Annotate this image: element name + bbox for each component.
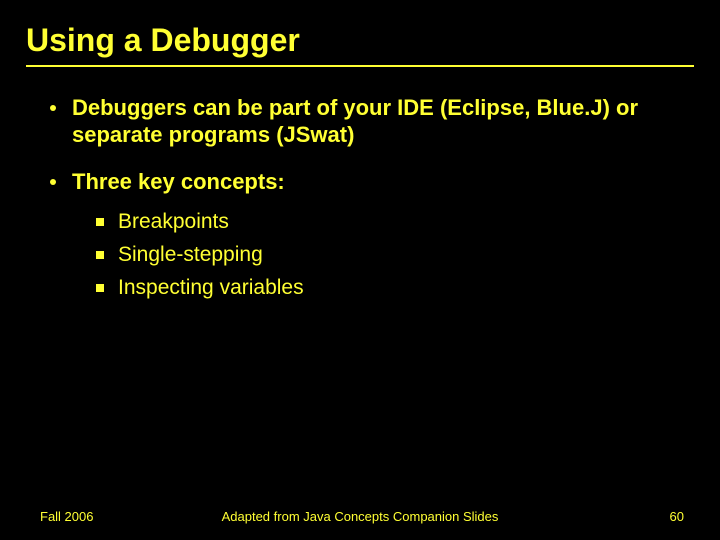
sub-bullet-list: Breakpoints Single-stepping Inspecting v…: [34, 209, 686, 302]
footer-page-number: 60: [670, 509, 684, 524]
bullet-square-icon: [96, 218, 104, 226]
bullet-item: Three key concepts:: [34, 169, 686, 196]
bullet-text: Debuggers can be part of your IDE (Eclip…: [72, 95, 686, 149]
footer-center: Adapted from Java Concepts Companion Sli…: [0, 509, 720, 524]
sub-bullet-item: Breakpoints: [34, 209, 686, 236]
sub-bullet-item: Inspecting variables: [34, 275, 686, 302]
bullet-item: Debuggers can be part of your IDE (Eclip…: [34, 95, 686, 149]
bullet-text: Three key concepts:: [72, 169, 686, 196]
sub-bullet-text: Breakpoints: [118, 209, 686, 236]
bullet-square-icon: [96, 251, 104, 259]
bullet-dot-icon: [50, 179, 56, 185]
slide-title: Using a Debugger: [26, 22, 694, 63]
sub-bullet-item: Single-stepping: [34, 242, 686, 269]
slide: Using a Debugger Debuggers can be part o…: [0, 0, 720, 540]
slide-body: Debuggers can be part of your IDE (Eclip…: [26, 67, 694, 302]
footer-left: Fall 2006: [40, 509, 93, 524]
bullet-dot-icon: [50, 105, 56, 111]
bullet-square-icon: [96, 284, 104, 292]
slide-footer: Fall 2006 Adapted from Java Concepts Com…: [0, 509, 720, 524]
sub-bullet-text: Inspecting variables: [118, 275, 686, 302]
sub-bullet-text: Single-stepping: [118, 242, 686, 269]
